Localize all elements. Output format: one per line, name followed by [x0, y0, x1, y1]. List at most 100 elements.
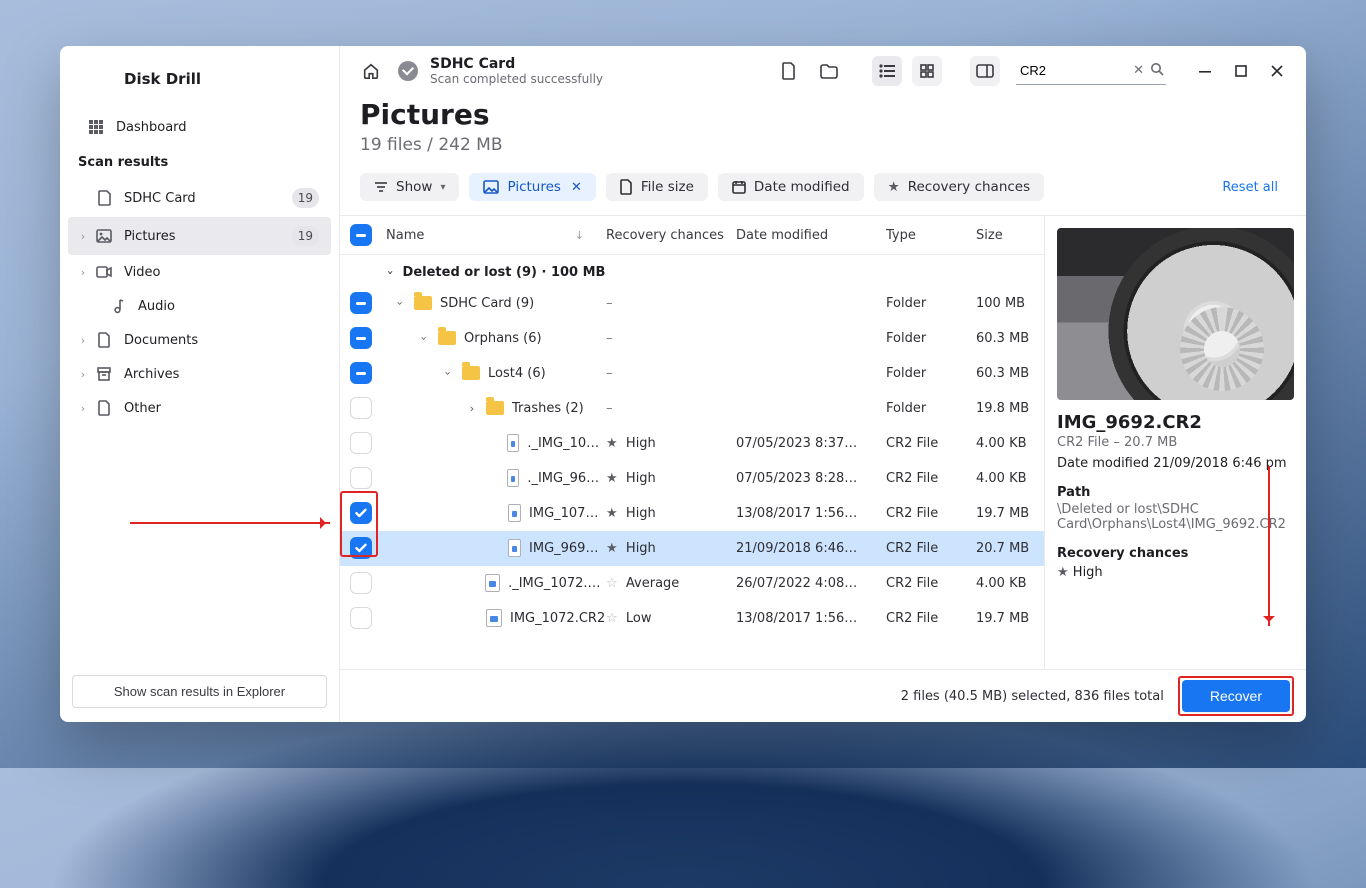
- results-table: Name↓ Recovery chances Date modified Typ…: [340, 216, 1044, 669]
- tree-caret-icon[interactable]: ›: [394, 297, 407, 309]
- nav-badge: 19: [292, 226, 319, 246]
- table-row[interactable]: ›Orphans (6)–Folder60.3 MB: [340, 321, 1044, 356]
- sidebar: Disk Drill Dashboard Scan results SDHC C…: [60, 46, 340, 722]
- chevron-right-icon: ›: [76, 266, 90, 279]
- window-close-button[interactable]: [1264, 58, 1290, 84]
- preview-thumbnail: [1057, 228, 1294, 400]
- row-checkbox[interactable]: [350, 397, 372, 419]
- image-file-icon: [508, 504, 521, 522]
- row-type: Folder: [886, 366, 976, 381]
- row-size: 60.3 MB: [976, 331, 1044, 346]
- date-filter[interactable]: Date modified: [718, 173, 864, 201]
- image-file-icon: [507, 469, 519, 487]
- nav-audio[interactable]: Audio: [68, 289, 331, 323]
- tree-caret-icon[interactable]: ›: [466, 402, 478, 415]
- table-row[interactable]: IMG_1072.CR2☆ Low13/08/2017 1:56…CR2 Fil…: [340, 601, 1044, 636]
- file-size-filter[interactable]: File size: [606, 173, 708, 201]
- menu-button[interactable]: [80, 64, 110, 94]
- row-checkbox[interactable]: [350, 327, 372, 349]
- row-size: 4.00 KB: [976, 471, 1044, 486]
- nav-documents[interactable]: › Documents: [68, 323, 331, 357]
- chevron-right-icon: ›: [76, 230, 90, 243]
- window-minimize-button[interactable]: [1192, 58, 1218, 84]
- nav-video[interactable]: › Video: [68, 255, 331, 289]
- nav-item-label: Pictures: [124, 229, 175, 244]
- nav-item-label: Video: [124, 265, 160, 280]
- file-view-button[interactable]: [774, 56, 804, 86]
- row-date: 07/05/2023 8:28…: [736, 471, 886, 486]
- column-date[interactable]: Date modified: [736, 228, 886, 243]
- recover-button[interactable]: Recover: [1182, 680, 1290, 712]
- row-checkbox[interactable]: [350, 432, 372, 454]
- row-checkbox[interactable]: [350, 607, 372, 629]
- row-checkbox[interactable]: [350, 537, 372, 559]
- table-row[interactable]: ›Trashes (2)–Folder19.8 MB: [340, 391, 1044, 426]
- row-type: CR2 File: [886, 436, 976, 451]
- remove-filter-icon[interactable]: ✕: [571, 180, 582, 195]
- row-size: 4.00 KB: [976, 436, 1044, 451]
- row-size: 20.7 MB: [976, 541, 1044, 556]
- group-header[interactable]: › Deleted or lost (9) · 100 MB: [340, 255, 1044, 286]
- show-filter-label: Show: [396, 179, 432, 195]
- show-in-explorer-button[interactable]: Show scan results in Explorer: [72, 675, 327, 708]
- table-row[interactable]: ›SDHC Card (9)–Folder100 MB: [340, 286, 1044, 321]
- grid-view-button: [912, 56, 942, 86]
- table-row[interactable]: ›Lost4 (6)–Folder60.3 MB: [340, 356, 1044, 391]
- row-name: Lost4 (6): [488, 366, 546, 381]
- table-row[interactable]: ._IMG_1072.CR2☆ Average26/07/2022 4:08…C…: [340, 566, 1044, 601]
- tree-caret-icon[interactable]: ›: [418, 332, 431, 344]
- row-checkbox[interactable]: [350, 502, 372, 524]
- table-row[interactable]: IMG_1072.CR2★ High13/08/2017 1:56…CR2 Fi…: [340, 496, 1044, 531]
- pictures-filter[interactable]: Pictures ✕: [469, 173, 595, 201]
- music-note-icon: [110, 298, 126, 314]
- home-button[interactable]: [356, 56, 386, 86]
- column-recovery[interactable]: Recovery chances: [606, 228, 736, 243]
- star-icon: ★: [606, 506, 618, 521]
- table-row[interactable]: ._IMG_9692.CR2★ High07/05/2023 8:28…CR2 …: [340, 461, 1044, 496]
- scan-status-icon: [398, 61, 418, 81]
- search-field[interactable]: ✕: [1016, 57, 1166, 85]
- select-all-checkbox[interactable]: [350, 224, 372, 246]
- file-size-filter-label: File size: [641, 179, 694, 195]
- star-icon: ☆: [606, 611, 618, 626]
- nav-archives[interactable]: › Archives: [68, 357, 331, 391]
- nav-section-scan-results: Scan results: [68, 146, 331, 179]
- show-filter[interactable]: Show ▾: [360, 173, 459, 201]
- table-row[interactable]: ._IMG_1072.CR2★ High07/05/2023 8:37…CR2 …: [340, 426, 1044, 461]
- row-checkbox[interactable]: [350, 467, 372, 489]
- folder-icon: [438, 331, 456, 345]
- column-name[interactable]: Name↓: [386, 228, 606, 243]
- nav-other[interactable]: › Other: [68, 391, 331, 425]
- star-icon: ★: [1057, 565, 1069, 580]
- nav-item-label: Archives: [124, 367, 179, 382]
- column-type[interactable]: Type: [886, 228, 976, 243]
- details-rc-value: ★ High: [1057, 565, 1294, 580]
- chevron-down-icon: ▾: [440, 182, 445, 193]
- row-checkbox[interactable]: [350, 292, 372, 314]
- window-maximize-button[interactable]: [1228, 58, 1254, 84]
- sort-desc-icon: ↓: [575, 229, 584, 242]
- table-row[interactable]: IMG_9692.CR2★ High21/09/2018 6:46…CR2 Fi…: [340, 531, 1044, 566]
- row-checkbox[interactable]: [350, 572, 372, 594]
- device-status: Scan completed successfully: [430, 72, 603, 86]
- nav-sdhc-card[interactable]: SDHC Card 19: [68, 179, 331, 217]
- reset-all-link[interactable]: Reset all: [1222, 180, 1286, 195]
- details-rc-head: Recovery chances: [1057, 546, 1294, 561]
- nav-pictures[interactable]: › Pictures 19: [68, 217, 331, 255]
- recovery-filter[interactable]: ★ Recovery chances: [874, 173, 1045, 201]
- row-type: CR2 File: [886, 611, 976, 626]
- star-icon: ★: [606, 541, 618, 556]
- row-type: CR2 File: [886, 576, 976, 591]
- row-checkbox[interactable]: [350, 362, 372, 384]
- details-pane: IMG_9692.CR2 CR2 File – 20.7 MB Date mod…: [1044, 216, 1306, 669]
- selection-status: 2 files (40.5 MB) selected, 836 files to…: [901, 689, 1164, 704]
- row-type: Folder: [886, 401, 976, 416]
- clear-search-icon[interactable]: ✕: [1133, 63, 1144, 78]
- sidebar-toggle-button[interactable]: [970, 56, 1000, 86]
- tree-caret-icon[interactable]: ›: [442, 367, 455, 379]
- list-view-button[interactable]: [872, 56, 902, 86]
- row-name: Orphans (6): [464, 331, 542, 346]
- folder-view-button[interactable]: [814, 56, 844, 86]
- archive-icon: [96, 366, 112, 382]
- nav-dashboard[interactable]: Dashboard: [68, 110, 331, 144]
